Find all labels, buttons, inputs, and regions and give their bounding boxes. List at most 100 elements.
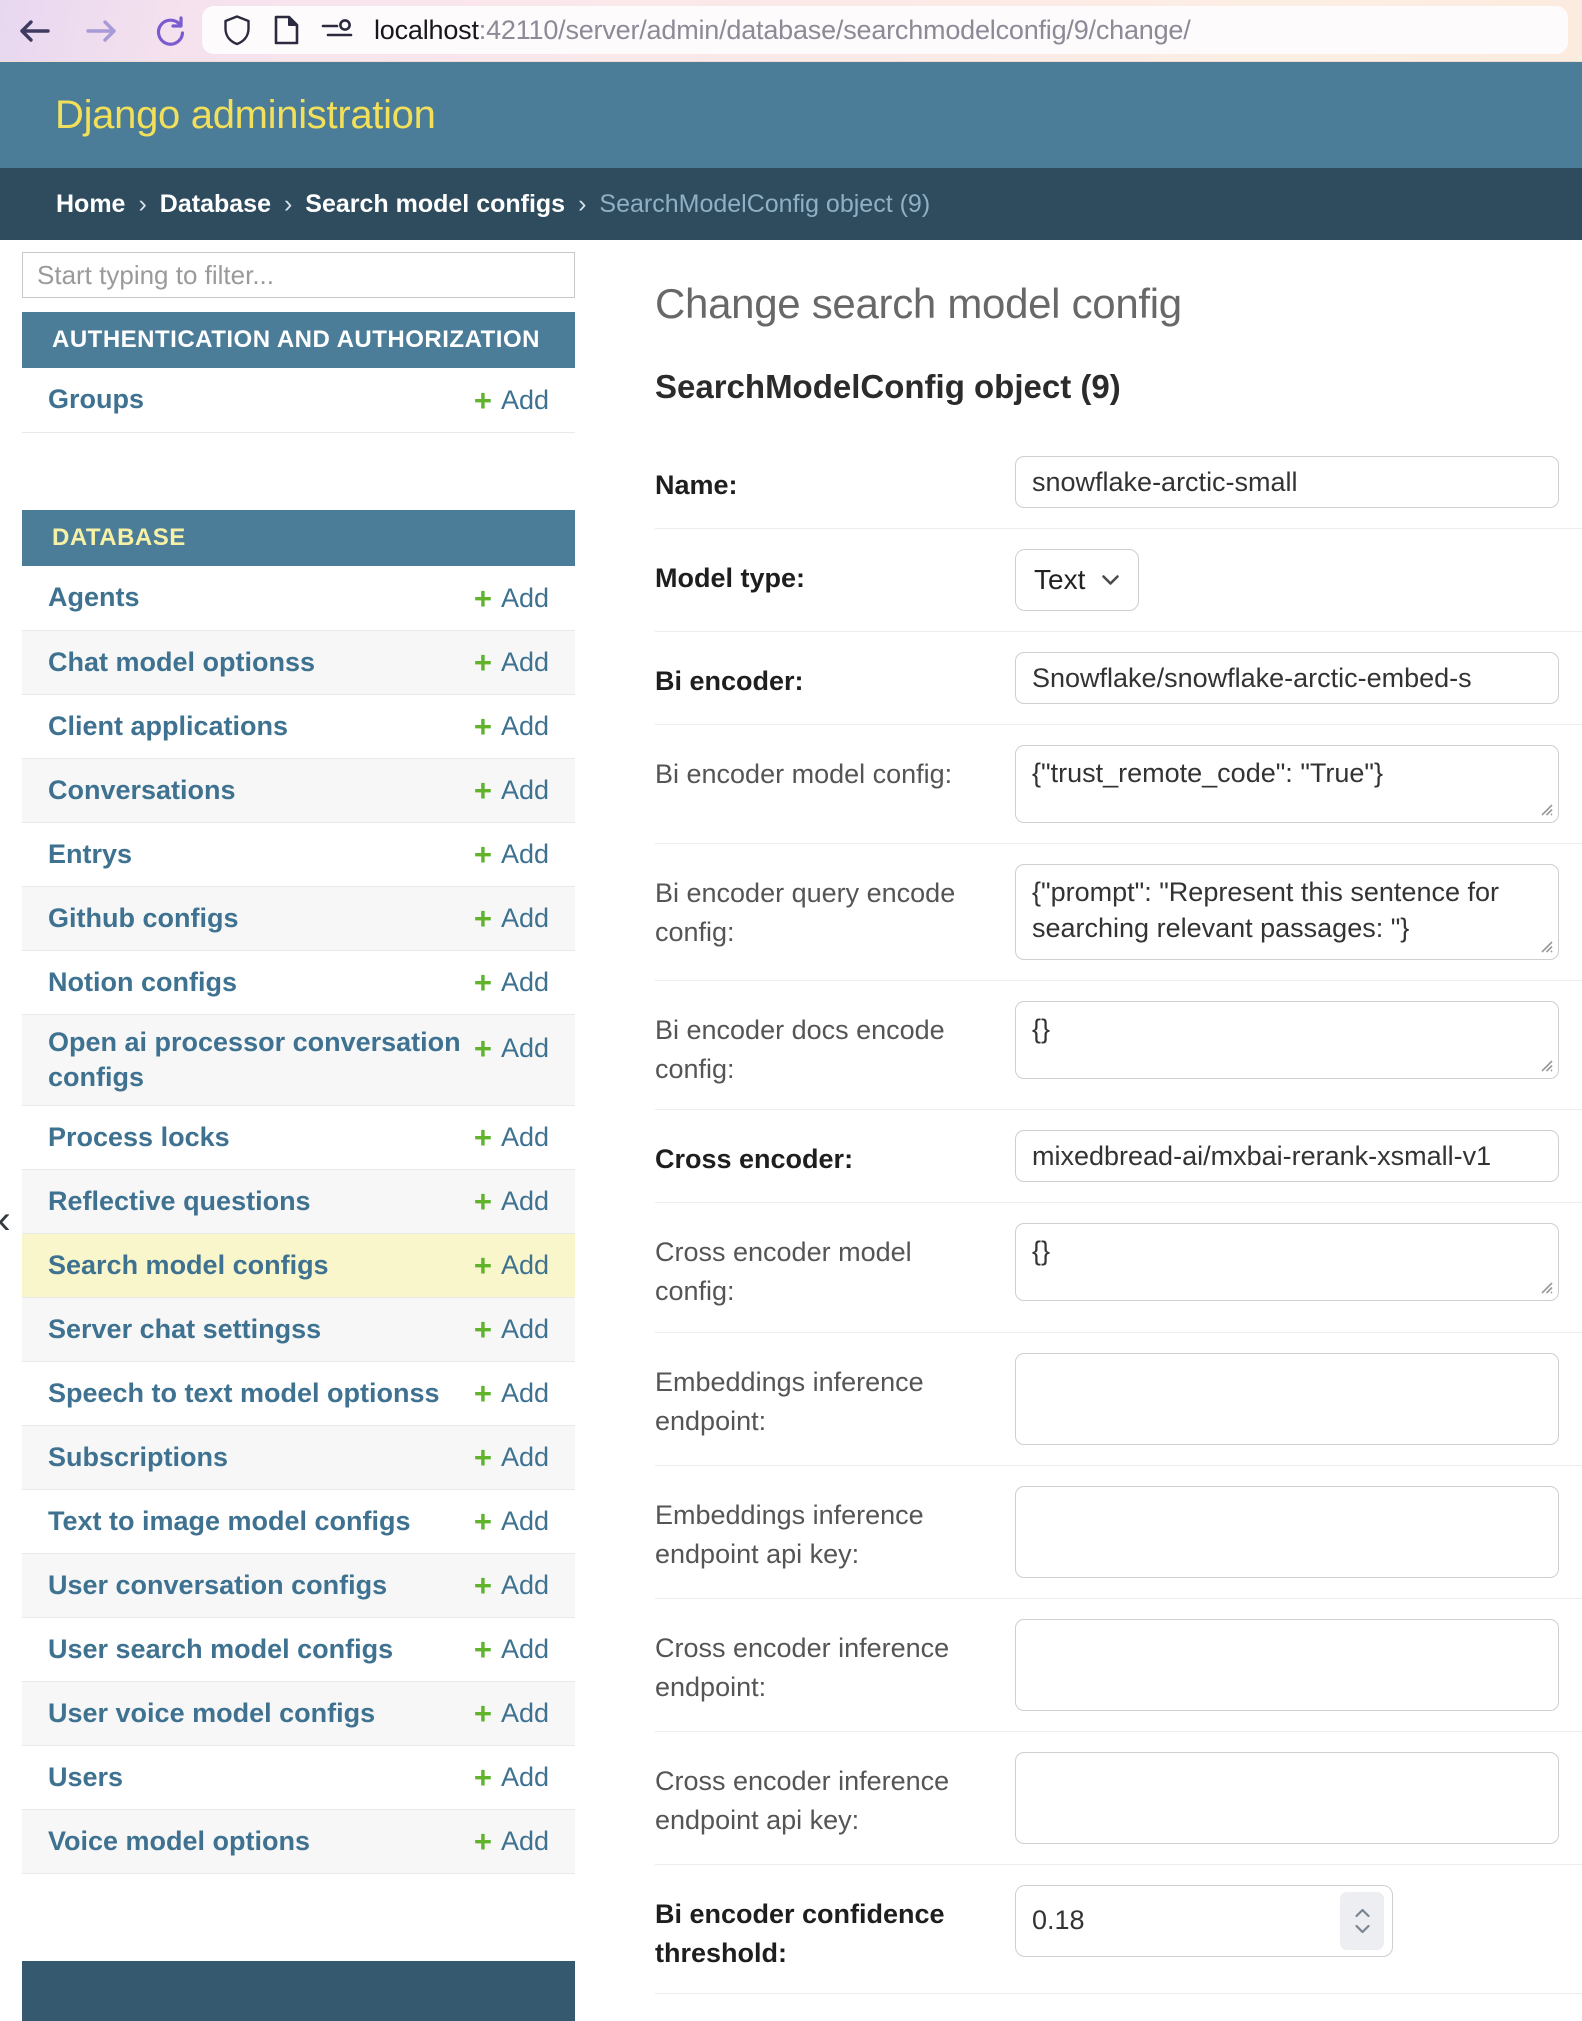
add-link[interactable]: +Add	[474, 1442, 549, 1473]
add-link[interactable]: +Add	[474, 711, 549, 742]
add-link[interactable]: +Add	[474, 775, 549, 806]
sidebar-item[interactable]: Text to image model configs	[48, 1504, 411, 1539]
number-spinner[interactable]	[1340, 1892, 1384, 1950]
add-link[interactable]: +Add	[474, 385, 549, 416]
url-bar[interactable]: localhost:42110/server/admin/database/se…	[202, 6, 1568, 54]
resize-handle-icon[interactable]	[1536, 936, 1553, 953]
sidebar-item[interactable]: Search model configs	[48, 1248, 329, 1283]
sidebar-item[interactable]: Github configs	[48, 901, 238, 936]
add-link[interactable]: +Add	[474, 1378, 549, 1409]
json-textarea[interactable]	[1015, 864, 1559, 960]
text-input[interactable]	[1015, 652, 1559, 704]
add-link[interactable]: +Add	[474, 1698, 549, 1729]
sidebar-item[interactable]: Groups	[48, 382, 144, 417]
sidebar-item[interactable]: Open ai processor conversation configs	[48, 1025, 462, 1095]
plus-icon: +	[474, 1033, 492, 1064]
field-control	[1015, 652, 1582, 704]
add-link[interactable]: +Add	[474, 1250, 549, 1281]
sidebar-item[interactable]: Agents	[48, 580, 140, 615]
add-link[interactable]: +Add	[474, 1314, 549, 1345]
breadcrumb-link[interactable]: Search model configs	[305, 190, 565, 219]
url-path: :42110/server/admin/database/searchmodel…	[479, 15, 1191, 45]
number-input[interactable]	[1032, 1905, 1340, 1936]
text-input[interactable]	[1015, 456, 1559, 508]
field-control	[1015, 456, 1582, 508]
sidebar-item[interactable]: Voice model options	[48, 1824, 310, 1859]
add-link[interactable]: +Add	[474, 967, 549, 998]
sidebar-item[interactable]: User conversation configs	[48, 1568, 387, 1603]
page-icon[interactable]	[272, 14, 300, 46]
breadcrumb-link[interactable]: Home	[56, 190, 125, 219]
text-input[interactable]	[1015, 1353, 1559, 1445]
sidebar-item[interactable]: Users	[48, 1760, 123, 1795]
field-control	[1015, 1619, 1582, 1711]
field-control	[1015, 1353, 1582, 1445]
json-textarea[interactable]	[1015, 1223, 1559, 1301]
page-title: Change search model config	[655, 280, 1582, 328]
add-label: Add	[501, 839, 549, 870]
plus-icon: +	[474, 385, 492, 416]
back-button[interactable]	[16, 18, 52, 44]
field-label: Name:	[655, 456, 1015, 508]
module-caption[interactable]: AUTHENTICATION AND AUTHORIZATION	[22, 312, 575, 368]
add-link[interactable]: +Add	[474, 1506, 549, 1537]
text-input[interactable]	[1015, 1752, 1559, 1844]
resize-handle-icon[interactable]	[1536, 799, 1553, 816]
json-textarea[interactable]	[1015, 1001, 1559, 1079]
sidebar-item[interactable]: Notion configs	[48, 965, 237, 1000]
form-rows: Name:Model type:TextBi encoder:Bi encode…	[655, 436, 1582, 1994]
url-text: localhost:42110/server/admin/database/se…	[374, 15, 1191, 46]
site-permissions-icon[interactable]	[320, 18, 354, 42]
add-link[interactable]: +Add	[474, 1634, 549, 1665]
sidebar-module: DATABASEAgents+AddChat model optionss+Ad…	[22, 510, 575, 1937]
shield-icon[interactable]	[222, 14, 252, 46]
add-link[interactable]: +Add	[474, 583, 549, 614]
add-link[interactable]: +Add	[474, 1186, 549, 1217]
sidebar-item[interactable]: Client applications	[48, 709, 288, 744]
add-label: Add	[501, 1506, 549, 1537]
text-input[interactable]	[1015, 1486, 1559, 1578]
resize-handle-icon[interactable]	[1536, 1277, 1553, 1294]
plus-icon: +	[474, 775, 492, 806]
sidebar-item[interactable]: Speech to text model optionss	[48, 1376, 440, 1411]
sidebar-row: Conversations +Add	[22, 758, 575, 822]
sidebar-item[interactable]: User voice model configs	[48, 1696, 375, 1731]
text-input[interactable]	[1015, 1130, 1559, 1182]
site-title[interactable]: Django administration	[55, 93, 436, 138]
add-link[interactable]: +Add	[474, 1570, 549, 1601]
sidebar-item[interactable]: Conversations	[48, 773, 236, 808]
next-module-caption-cutoff	[22, 1961, 575, 2021]
field-control	[1015, 1885, 1582, 1973]
resize-handle-icon[interactable]	[1536, 1055, 1553, 1072]
text-input[interactable]	[1015, 1619, 1559, 1711]
forward-button[interactable]	[84, 18, 120, 44]
field-control	[1015, 745, 1582, 823]
sidebar-item[interactable]: Subscriptions	[48, 1440, 228, 1475]
add-link[interactable]: +Add	[474, 1762, 549, 1793]
add-link[interactable]: +Add	[474, 647, 549, 678]
json-textarea[interactable]	[1015, 745, 1559, 823]
sidebar-item[interactable]: Entrys	[48, 837, 132, 872]
refresh-button[interactable]	[152, 18, 188, 44]
plus-icon: +	[474, 967, 492, 998]
sidebar-item[interactable]: Chat model optionss	[48, 645, 315, 680]
sidebar-item[interactable]: User search model configs	[48, 1632, 393, 1667]
select[interactable]: Text	[1015, 549, 1139, 611]
add-label: Add	[501, 1570, 549, 1601]
add-link[interactable]: +Add	[474, 1826, 549, 1857]
breadcrumb-link[interactable]: Database	[160, 190, 271, 219]
add-link[interactable]: +Add	[474, 1122, 549, 1153]
sidebar-item[interactable]: Reflective questions	[48, 1184, 311, 1219]
add-link[interactable]: +Add	[474, 1033, 549, 1064]
sidebar-filter-input[interactable]	[22, 252, 575, 298]
plus-icon: +	[474, 1250, 492, 1281]
field-control	[1015, 1001, 1582, 1089]
sidebar-item[interactable]: Server chat settingss	[48, 1312, 321, 1347]
sidebar-item[interactable]: Process locks	[48, 1120, 230, 1155]
field-control	[1015, 1486, 1582, 1578]
add-link[interactable]: +Add	[474, 839, 549, 870]
module-caption[interactable]: DATABASE	[22, 510, 575, 566]
form-row: Bi encoder model config:	[655, 725, 1582, 844]
sidebar-collapse-toggle[interactable]: «	[0, 1198, 11, 1243]
add-link[interactable]: +Add	[474, 903, 549, 934]
